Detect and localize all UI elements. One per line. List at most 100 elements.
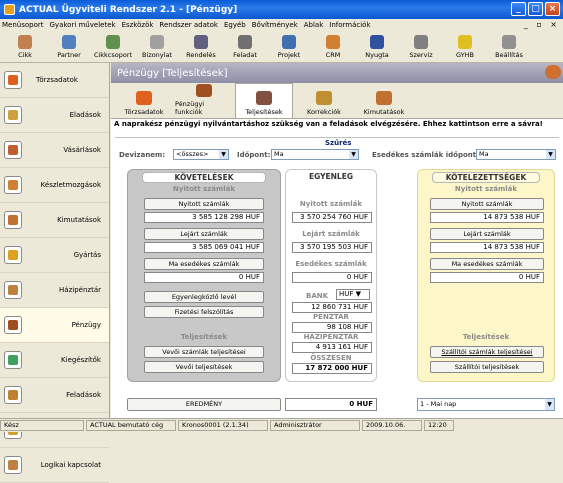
chevron-down-icon: ▼ bbox=[219, 150, 228, 159]
sidebar-item-torzsadatok[interactable]: Törzsadatok bbox=[0, 63, 109, 98]
cikkcsoport-icon bbox=[106, 35, 120, 49]
coins-icon bbox=[256, 91, 272, 105]
toolbar-partner-button[interactable]: Partner bbox=[50, 31, 88, 63]
kotelezettsegek-lejart-button[interactable]: Lejárt számlák bbox=[430, 228, 544, 240]
osszesen-value: 17 872 000 HUF bbox=[292, 363, 372, 374]
bizonylat-icon bbox=[150, 35, 164, 49]
status-version: Kronos0001 (2.1.34) bbox=[178, 420, 268, 431]
szallitoi-szamlak-button[interactable]: Szállítói számlák teljesítései bbox=[430, 346, 544, 358]
close-button[interactable]: × bbox=[545, 2, 560, 16]
kovetelesek-ma-button[interactable]: Ma esedékes számlák bbox=[144, 258, 264, 270]
period-select[interactable]: 1 - Mai nap ▼ bbox=[417, 398, 555, 411]
partner-icon bbox=[62, 35, 76, 49]
sidebar-item-keszletmozgasok[interactable]: Készletmozgások bbox=[0, 168, 109, 203]
fizetesi-felszolitas-button[interactable]: Fizetési felszólítás bbox=[144, 306, 264, 318]
maximize-button[interactable]: □ bbox=[528, 2, 543, 16]
sidebar-item-feladasok[interactable]: Feladások bbox=[0, 378, 109, 413]
tab-torzsadatok[interactable]: Törzsadatok bbox=[115, 84, 173, 118]
toolbar-beallitas-button[interactable]: Beállítás bbox=[490, 31, 528, 63]
devizanem-select[interactable]: <összes> ▼ bbox=[173, 149, 229, 160]
bank-currency-select[interactable]: HUF ▼ bbox=[336, 289, 370, 300]
egyenleg-esedekes-value: 0 HUF bbox=[292, 272, 372, 283]
tab-teljesitesek[interactable]: Teljesítések bbox=[235, 83, 293, 118]
sidebar-item-kiegeszitok[interactable]: Kiegészítők bbox=[0, 343, 109, 378]
sidebar-item-gyartas[interactable]: Gyártás bbox=[0, 238, 109, 273]
bank-label: BANK bbox=[306, 292, 329, 300]
egyenleg-nyitott-label: Nyitott számlák bbox=[299, 200, 363, 208]
kotelezettsegek-ma-button[interactable]: Ma esedékes számlák bbox=[430, 258, 544, 270]
feladasok-icon bbox=[4, 386, 22, 404]
esedekes-select[interactable]: Ma ▼ bbox=[476, 149, 556, 160]
hazipenztar-label: HÁZIPÉNZTÁR bbox=[303, 333, 359, 341]
cart-icon bbox=[4, 141, 22, 159]
sidebar-item-kimutatasok[interactable]: Kimutatások bbox=[0, 203, 109, 238]
sidebar-item-hazipenztar[interactable]: Házipénztár bbox=[0, 273, 109, 308]
tab-kimutatasok[interactable]: Kimutatások bbox=[355, 84, 413, 118]
toolbar-nyugta-button[interactable]: Nyugta bbox=[358, 31, 396, 63]
notice-bar[interactable]: A naprakész pénzügyi nyilvántartáshoz sz… bbox=[111, 119, 563, 129]
kovetelesek-sub: Nyitott számlák bbox=[172, 185, 236, 193]
menu-bar: Menüsoport Gyakori műveletek Eszközök Re… bbox=[0, 19, 563, 31]
mdi-controls[interactable]: _ ▫ × bbox=[524, 20, 560, 29]
vevoi-teljesitesek-button[interactable]: Vevői teljesítések bbox=[144, 361, 264, 373]
menu-item[interactable]: Ablak bbox=[304, 21, 324, 29]
kotelezettsegek-lejart-value: 14 873 538 HUF bbox=[430, 242, 544, 253]
menu-item[interactable]: Eszközök bbox=[122, 21, 154, 29]
eladasok-icon bbox=[4, 106, 22, 124]
toolbar-cikk-button[interactable]: Cikk bbox=[6, 31, 44, 63]
tab-korrekciok[interactable]: Korrekciók bbox=[295, 84, 353, 118]
toolbar-projekt-button[interactable]: Projekt bbox=[270, 31, 308, 63]
szallitoi-teljesitesek-button[interactable]: Szállítói teljesítések bbox=[430, 361, 544, 373]
menu-item[interactable]: Egyéb bbox=[224, 21, 246, 29]
idopont-select[interactable]: Ma ▼ bbox=[271, 149, 359, 160]
page-title: Pénzügy [Teljesítések] bbox=[117, 67, 228, 79]
chart-icon bbox=[376, 91, 392, 105]
egyenlegkozlo-button[interactable]: Egyenlegközlő levél bbox=[144, 291, 264, 303]
egyenleg-panel: EGYENLEG Nyitott számlák 3 570 254 760 H… bbox=[285, 169, 377, 382]
sidebar-item-vasarlasok[interactable]: Vásárlások bbox=[0, 133, 109, 168]
nyugta-icon bbox=[370, 35, 384, 49]
menu-item[interactable]: Bővítmények bbox=[252, 21, 298, 29]
rendeles-icon bbox=[194, 35, 208, 49]
sidebar-item-eladasok[interactable]: Eladások bbox=[0, 98, 109, 133]
vevoi-szamlak-button[interactable]: Vevői számlák teljesítései bbox=[144, 346, 264, 358]
chevron-down-icon: ▼ bbox=[545, 399, 554, 410]
kovetelesek-sub2: Teljesítések bbox=[180, 333, 228, 341]
network-icon bbox=[4, 456, 22, 474]
kotelezettsegek-nyitott-value: 14 873 538 HUF bbox=[430, 212, 544, 223]
esedekes-label: Esedékes számlák időpont: bbox=[372, 151, 479, 159]
toolbar-gyhb-button[interactable]: GYHB bbox=[446, 31, 484, 63]
eredmeny-button[interactable]: EREDMÉNY bbox=[127, 398, 281, 411]
toolbar-crm-button[interactable]: CRM bbox=[314, 31, 352, 63]
sidebar-item-logikai[interactable]: Logikai kapcsolat bbox=[0, 448, 109, 483]
penztar-label: PÉNZTÁR bbox=[313, 313, 349, 321]
kotelezettsegek-title: KÖTELEZETTSÉGEK bbox=[432, 172, 540, 183]
kotelezettsegek-nyitott-button[interactable]: Nyitott számlák bbox=[430, 198, 544, 210]
status-user: Adminisztrátor bbox=[270, 420, 360, 431]
toolbar-bizonylat-button[interactable]: Bizonylat bbox=[138, 31, 176, 63]
egyenleg-lejart-label: Lejárt számlák bbox=[302, 230, 360, 238]
menu-item[interactable]: Rendszer adatok bbox=[159, 21, 218, 29]
status-company: ACTUAL bemutató cég bbox=[86, 420, 176, 431]
menu-item[interactable]: Gyakori műveletek bbox=[50, 21, 116, 29]
tab-penzugyi-funkciok[interactable]: Pénzügyi funkciók bbox=[175, 84, 233, 118]
toolbar-feladat-button[interactable]: Feladat bbox=[226, 31, 264, 63]
feladat-icon bbox=[238, 35, 252, 49]
kovetelesek-nyitott-button[interactable]: Nyitott számlák bbox=[144, 198, 264, 210]
settings-icon bbox=[502, 35, 516, 49]
toolbar-szerviz-button[interactable]: Szerviz bbox=[402, 31, 440, 63]
coins-icon bbox=[4, 316, 22, 334]
chevron-down-icon: ▼ bbox=[349, 150, 358, 159]
kovetelesek-lejart-button[interactable]: Lejárt számlák bbox=[144, 228, 264, 240]
torzsadatok-icon bbox=[4, 71, 22, 89]
bank-value: 12 860 731 HUF bbox=[292, 302, 372, 313]
toolbar-rendeles-button[interactable]: Rendelés bbox=[182, 31, 220, 63]
menu-item[interactable]: Információk bbox=[329, 21, 370, 29]
penztar-value: 98 108 HUF bbox=[292, 322, 372, 333]
menu-item[interactable]: Menüsoport bbox=[2, 21, 44, 29]
sidebar: Törzsadatok Eladások Vásárlások Készletm… bbox=[0, 63, 110, 483]
toolbar-cikkcsoport-button[interactable]: Cikkcsoport bbox=[94, 31, 132, 63]
torzsadatok-icon bbox=[136, 91, 152, 105]
minimize-button[interactable]: _ bbox=[511, 2, 526, 16]
sidebar-item-penzugy[interactable]: Pénzügy bbox=[0, 308, 109, 343]
